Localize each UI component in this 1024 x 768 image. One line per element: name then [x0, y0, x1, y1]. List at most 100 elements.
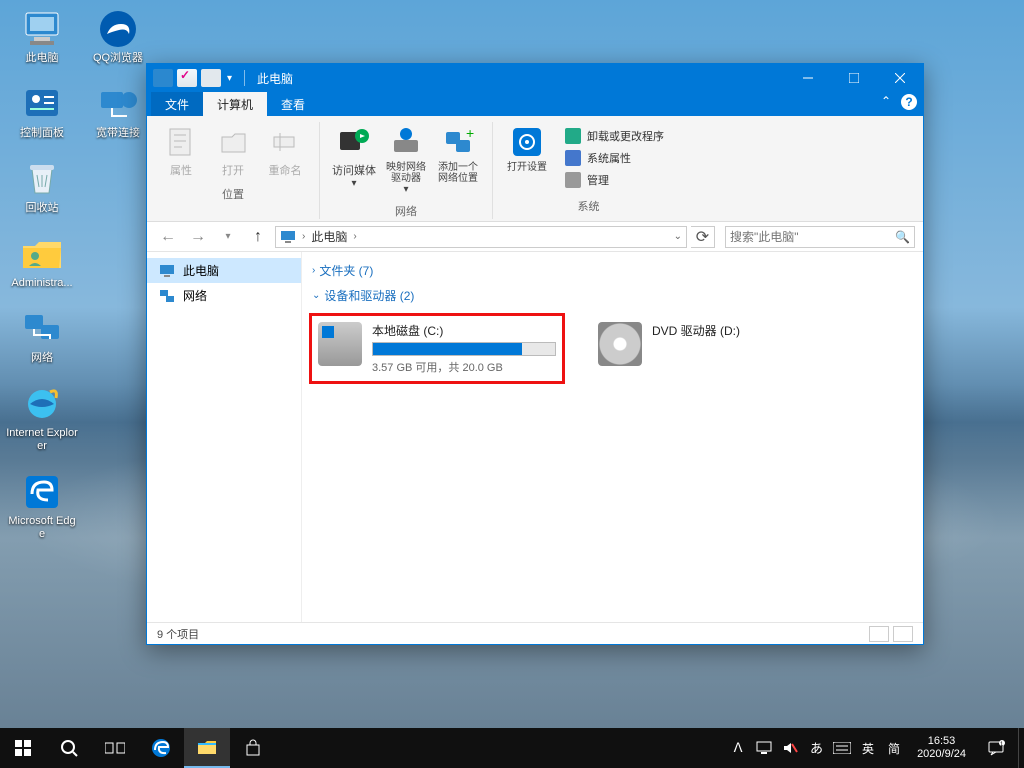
show-desktop-button[interactable]: [1018, 728, 1024, 768]
ribbon-system-properties[interactable]: 系统属性: [561, 148, 668, 168]
desktop-icon-ie[interactable]: Internet Explorer: [6, 383, 78, 453]
taskbar-taskview-button[interactable]: [92, 728, 138, 768]
folder-user-icon: [21, 233, 63, 275]
tab-file[interactable]: 文件: [151, 92, 203, 116]
breadcrumb-dropdown[interactable]: ⌄: [674, 231, 682, 242]
svg-text:あ: あ: [810, 741, 823, 756]
desktop-icons-col1: 此电脑 控制面板 回收站 Administra... 网络 Internet E…: [6, 8, 78, 541]
desktop-icons-col2: QQ浏览器 宽带连接: [82, 8, 154, 140]
nav-up-button[interactable]: ↑: [245, 224, 271, 250]
desktop-icon-control-panel[interactable]: 控制面板: [6, 83, 78, 140]
ribbon-open-settings[interactable]: 打开设置: [503, 122, 551, 194]
ribbon-manage[interactable]: 管理: [561, 170, 668, 190]
content-pane[interactable]: ›文件夹 (7) ⌄设备和驱动器 (2) 本地磁盘 (C:) 3.57 GB 可…: [302, 252, 923, 622]
tray-keyboard-icon[interactable]: [833, 739, 851, 757]
ribbon-access-media[interactable]: 访问媒体▾: [330, 122, 378, 199]
desktop: 此电脑 控制面板 回收站 Administra... 网络 Internet E…: [0, 0, 1024, 768]
dvd-icon: [598, 322, 642, 366]
explorer-window: ▾ 此电脑 文件 计算机 查看 ⌃ ? 属性 打开: [146, 63, 924, 645]
add-location-icon: +: [442, 126, 474, 158]
view-icons-button[interactable]: [893, 626, 913, 642]
ribbon-collapse-button[interactable]: ⌃: [881, 94, 891, 110]
titlebar[interactable]: ▾ 此电脑: [147, 64, 923, 92]
ribbon-open[interactable]: 打开: [209, 122, 257, 182]
tray-ime-icon[interactable]: あ: [807, 739, 825, 757]
taskbar: ᐱ あ 英 简 16:53 2020/9/24 1: [0, 728, 1024, 768]
tray-display-icon[interactable]: [755, 739, 773, 757]
system-tray: ᐱ あ 英 简: [723, 739, 909, 757]
group-devices[interactable]: ⌄设备和驱动器 (2): [312, 283, 913, 308]
network-icon: [159, 288, 175, 304]
tab-computer[interactable]: 计算机: [203, 92, 267, 116]
desktop-icon-edge[interactable]: Microsoft Edge: [6, 471, 78, 541]
taskbar-search-button[interactable]: [46, 728, 92, 768]
qq-browser-icon: [97, 8, 139, 50]
tray-ime-lang[interactable]: 英: [859, 739, 877, 757]
nav-this-pc[interactable]: 此电脑: [147, 258, 301, 283]
desktop-icon-this-pc[interactable]: 此电脑: [6, 8, 78, 65]
nav-back-button[interactable]: ←: [155, 224, 181, 250]
disk-icon: [318, 322, 362, 366]
desktop-icon-qq-browser[interactable]: QQ浏览器: [82, 8, 154, 65]
tray-overflow-button[interactable]: ᐱ: [729, 739, 747, 757]
ribbon: 属性 打开 重命名 位置 访问媒体▾ 映射网络驱动器▾ +添加一个网络位置 网络…: [147, 116, 923, 222]
maximize-button[interactable]: [831, 64, 877, 92]
taskbar-clock[interactable]: 16:53 2020/9/24: [909, 735, 974, 761]
drive-usage-bar: [372, 342, 556, 356]
tab-view[interactable]: 查看: [267, 92, 319, 116]
desktop-icon-recycle-bin[interactable]: 回收站: [6, 158, 78, 215]
pc-icon: [280, 229, 296, 245]
map-drive-icon: [390, 126, 422, 158]
search-box[interactable]: 🔍: [725, 226, 915, 248]
ribbon-rename[interactable]: 重命名: [261, 122, 309, 182]
ribbon-add-network-location[interactable]: +添加一个网络位置: [434, 122, 482, 199]
ribbon-properties[interactable]: 属性: [157, 122, 205, 182]
view-details-button[interactable]: [869, 626, 889, 642]
svg-text:+: +: [466, 126, 474, 141]
status-text: 9 个项目: [157, 626, 199, 642]
edge-icon: [21, 471, 63, 513]
nav-pane: 此电脑 网络: [147, 252, 302, 622]
group-folders[interactable]: ›文件夹 (7): [312, 258, 913, 283]
pc-icon: [21, 8, 63, 50]
tray-ime-mode[interactable]: 简: [885, 739, 903, 757]
close-button[interactable]: [877, 64, 923, 92]
refresh-button[interactable]: ⟳: [691, 226, 715, 248]
ribbon-tabs: 文件 计算机 查看 ⌃ ?: [147, 92, 923, 116]
sysprops-icon: [565, 150, 581, 166]
taskbar-store-button[interactable]: [230, 728, 276, 768]
desktop-icon-network[interactable]: 网络: [6, 308, 78, 365]
tray-volume-muted-icon[interactable]: [781, 739, 799, 757]
minimize-button[interactable]: [785, 64, 831, 92]
window-icon: [153, 69, 221, 87]
drive-d[interactable]: DVD 驱动器 (D:): [592, 316, 842, 381]
settings-icon: [511, 126, 543, 158]
desktop-icon-broadband[interactable]: 宽带连接: [82, 83, 154, 140]
nav-forward-button[interactable]: →: [185, 224, 211, 250]
action-center-button[interactable]: 1: [974, 728, 1018, 768]
recycle-bin-icon: [21, 158, 63, 200]
ie-icon: [21, 383, 63, 425]
search-input[interactable]: [730, 230, 895, 244]
rename-icon: [269, 126, 301, 158]
breadcrumb[interactable]: › 此电脑 › ⌄: [275, 226, 687, 248]
desktop-icon-admin-folder[interactable]: Administra...: [6, 233, 78, 290]
window-title: 此电脑: [257, 70, 293, 87]
open-icon: [217, 126, 249, 158]
search-icon[interactable]: 🔍: [895, 230, 910, 244]
broadband-icon: [97, 83, 139, 125]
properties-icon: [165, 126, 197, 158]
media-icon: [338, 126, 370, 158]
drive-c[interactable]: 本地磁盘 (C:) 3.57 GB 可用，共 20.0 GB: [312, 316, 562, 381]
ribbon-uninstall-programs[interactable]: 卸载或更改程序: [561, 126, 668, 146]
start-button[interactable]: [0, 728, 46, 768]
ribbon-map-drive[interactable]: 映射网络驱动器▾: [382, 122, 430, 199]
nav-network[interactable]: 网络: [147, 283, 301, 308]
taskbar-edge-button[interactable]: [138, 728, 184, 768]
control-panel-icon: [21, 83, 63, 125]
help-button[interactable]: ?: [901, 94, 917, 110]
network-icon: [21, 308, 63, 350]
status-bar: 9 个项目: [147, 622, 923, 644]
taskbar-explorer-button[interactable]: [184, 728, 230, 768]
nav-recent-button[interactable]: ▾: [215, 224, 241, 250]
